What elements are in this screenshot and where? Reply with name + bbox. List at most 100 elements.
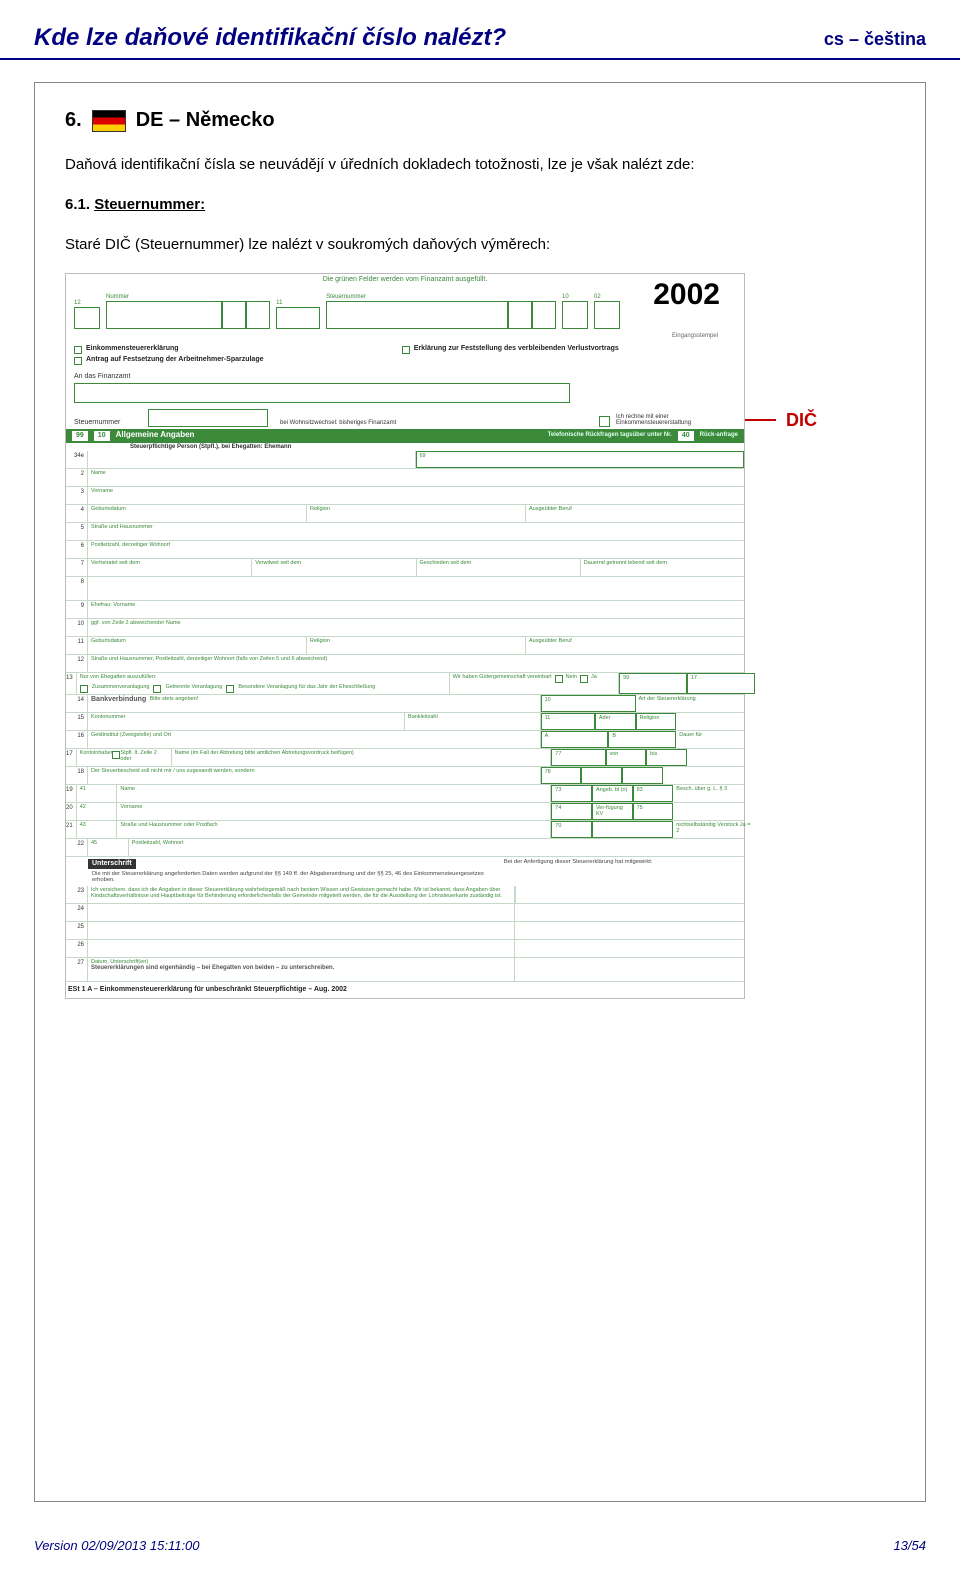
r22-lbl: Postleitzahl, Wohnort — [132, 840, 184, 846]
r7-d: Dauernd getrennt lebend seit dem — [584, 560, 667, 566]
rn-11: 11 — [66, 637, 88, 654]
topbar-box-div1 — [222, 301, 246, 329]
rn-23: 23 — [66, 886, 88, 903]
page-footer: Version 02/09/2013 15:11:00 13/54 — [34, 1538, 926, 1553]
rb-b: B — [612, 733, 616, 739]
form-grid: 34e69 2Name 3Vorname 4 Geburtsdatum Reli… — [66, 451, 744, 982]
footer-page: 13/54 — [893, 1538, 926, 1553]
rn-9: 9 — [66, 601, 88, 618]
rn-34e: 34e — [66, 451, 88, 468]
rb-besch: Besch. über g. L. § 3 — [676, 786, 727, 792]
checkbox-icon — [74, 357, 82, 365]
flag-de-icon — [92, 110, 126, 132]
subsection-number: 6.1. — [65, 196, 90, 213]
r7-b: Verwitwet seit dem — [255, 560, 301, 566]
stamp-label: Eingangsstempel — [66, 333, 744, 340]
steuernummer-label: Steuernummer — [74, 419, 142, 427]
rb-dauer: Dauer für — [679, 732, 702, 738]
rn-20: 20 — [66, 803, 77, 820]
r17-a: Kontoinhaber — [80, 750, 113, 756]
r13-a: Nur von Ehegatten auszufüllen: — [80, 674, 446, 680]
rb-73: 73 — [555, 787, 561, 793]
rn-5: 5 — [66, 523, 88, 540]
rn-2: 2 — [66, 469, 88, 486]
topbar-box-11 — [276, 307, 320, 329]
r9-lbl: Ehefrau: Vorname — [91, 602, 135, 608]
r17-b: Stpfl. lt. Zeile 2 oder — [120, 750, 167, 762]
rn-17: 17 — [66, 749, 77, 766]
r69: 69 — [420, 453, 426, 459]
r19-lbl: Name — [120, 786, 135, 792]
r15-a: Kontonummer — [91, 714, 126, 720]
r14-b: Bitte stets angeben! — [150, 696, 199, 702]
bar-n10: 10 — [94, 431, 110, 441]
rb-10-lbl: Art der Steuererklärung — [639, 696, 696, 702]
rn-14: 14 — [66, 695, 88, 712]
rn-27: 27 — [66, 958, 88, 981]
checkbox-icon — [226, 685, 234, 693]
steuernummer-box — [148, 409, 268, 427]
r2-lbl: Name — [91, 470, 106, 476]
rb-74: 74 — [555, 805, 561, 811]
dic-label: DIČ — [776, 410, 817, 431]
r17-c: Name (im Fall der Abtretung bitte amtlic… — [175, 750, 354, 756]
r13-e: Wir haben Gütergemeinschaft vereinbart — [453, 674, 552, 680]
rb-von: von — [610, 751, 619, 757]
r13-d: Besondere Veranlagung für das Jahr der E… — [238, 684, 375, 690]
topbar-box-steuer — [326, 301, 508, 329]
steuernummer-right-note: Ich rechne mit einer Einkommensteuererst… — [616, 414, 736, 427]
r11-a: Geburtsdatum — [91, 638, 126, 644]
r13-b: Zusammenveranlagung — [92, 684, 150, 690]
r12-lbl: Straße und Hausnummer, Postleitzahl, der… — [91, 656, 327, 662]
rb-75: 75 — [637, 805, 643, 811]
r13-c: Getrennte Veranlagung — [165, 684, 222, 690]
finanzamt-label: An das Finanzamt — [74, 373, 405, 381]
section-heading: 6. DE – Německo — [65, 109, 895, 132]
signature-bar: Unterschrift — [88, 859, 136, 869]
r13-f: Nein — [566, 674, 577, 680]
rb-je2: nichtselbständig Verstock Ja = 2 — [676, 822, 751, 834]
sig-text-2: Ich versichere, dass ich die Angaben in … — [91, 887, 511, 899]
rb-bis: bis — [650, 751, 657, 757]
r21-lbl: Straße und Hausnummer oder Postfach — [120, 822, 217, 828]
rn-13: 13 — [66, 673, 77, 694]
rn-6: 6 — [66, 541, 88, 558]
subsection-heading: 6.1. Steuernummer: — [65, 194, 895, 216]
r7-a: Verheiratet seit dem — [91, 560, 140, 566]
r11-c: Ausgeübter Beruf — [529, 638, 572, 644]
checkbox-icon — [580, 675, 588, 683]
r14-lbl: Bankverbindung — [91, 696, 146, 704]
r13-n2: 17 — [691, 675, 697, 681]
rb-a: A — [545, 733, 549, 739]
r27-b: Steuererklärungen sind eigenhändig – bei… — [91, 965, 334, 972]
tax-form-image: 2002 Die grünen Felder werden vom Finanz… — [65, 273, 745, 999]
r15-b: Bankleitzahl — [408, 714, 438, 720]
r4-c: Ausgeübter Beruf — [529, 506, 572, 512]
rn-22: 22 — [66, 839, 88, 856]
rb-ver: Ver-fügung KV — [596, 805, 629, 817]
section-country: DE – Německo — [136, 109, 275, 132]
bar-rueck: Rück-anfrage — [700, 432, 738, 439]
subsection-desc: Staré DIČ (Steuernummer) lze nalézt v so… — [65, 234, 895, 256]
checkbox-icon — [153, 685, 161, 693]
r19-n: 41 — [80, 786, 86, 792]
decl-2: Antrag auf Festsetzung der Arbeitnehmer-… — [86, 356, 264, 364]
form-wrapper: DIČ 2002 Die grünen Felder werden vom Fi… — [65, 273, 825, 999]
r21-n: 43 — [80, 822, 86, 828]
topbar-lbl-nummer: Nummer — [106, 294, 270, 301]
section-sub: Steuerpflichtige Person (Stpfl.), bei Eh… — [66, 443, 744, 452]
topbar-box-10 — [562, 301, 588, 329]
rb-11: 11 — [545, 715, 551, 721]
finanzamt-box — [74, 383, 570, 403]
checkbox-icon — [74, 346, 82, 354]
r13-g: Ja — [591, 674, 597, 680]
topbar-n02: 02 — [594, 294, 620, 301]
r20-n: 42 — [80, 804, 86, 810]
r20-lbl: Vorname — [120, 804, 142, 810]
rb-rel: Religion — [640, 715, 660, 721]
topbar-box-div2 — [246, 301, 270, 329]
checkbox-icon — [402, 346, 410, 354]
rb-angeb: Angeb. bl (o) — [596, 787, 628, 793]
bar-n99: 99 — [72, 431, 88, 441]
content-frame: 6. DE – Německo Daňová identifikační čís… — [34, 82, 926, 1502]
